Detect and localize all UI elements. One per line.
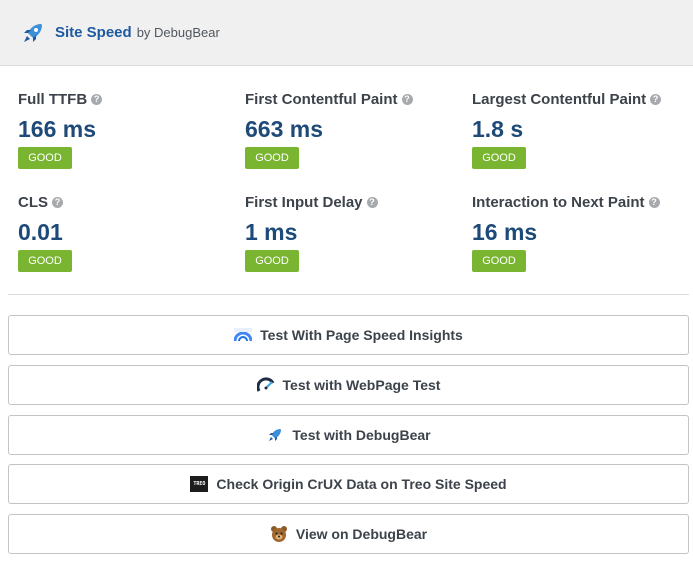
metric-label: Largest Contentful Paint xyxy=(472,90,647,108)
test-webpagetest-button[interactable]: Test with WebPage Test xyxy=(8,364,689,405)
question-icon[interactable]: ? xyxy=(401,93,413,105)
question-icon[interactable]: ? xyxy=(91,93,103,105)
metric-label: Interaction to Next Paint xyxy=(472,193,645,211)
button-label: Test With Page Speed Insights xyxy=(260,327,463,343)
metric-value: 0.01 xyxy=(18,219,63,245)
widget-byline: by DebugBear xyxy=(136,25,220,40)
status-badge: GOOD xyxy=(472,147,526,169)
metric-label: First Contentful Paint xyxy=(245,90,398,108)
treo-logo-text: TREO xyxy=(190,476,209,493)
button-label: Check Origin CrUX Data on Treo Site Spee… xyxy=(216,476,507,493)
metric-label: Full TTFB xyxy=(18,90,88,108)
rocket-icon xyxy=(19,19,47,47)
question-icon[interactable]: ? xyxy=(650,93,662,105)
metric-label-row: Full TTFB ? xyxy=(18,90,245,108)
button-label: Test with WebPage Test xyxy=(282,376,441,393)
divider xyxy=(8,294,689,295)
test-pagespeed-insights-button[interactable]: Test With Page Speed Insights xyxy=(8,315,689,355)
metric-fid: First Input Delay ? 1 ms GOOD xyxy=(245,193,472,276)
button-label: Test with DebugBear xyxy=(292,426,431,443)
pagespeed-insights-icon xyxy=(234,326,253,344)
question-icon[interactable]: ? xyxy=(52,196,63,208)
metrics-grid: Full TTFB ? 166 ms GOOD First Contentful… xyxy=(0,66,693,276)
check-crux-treo-button[interactable]: TREO Check Origin CrUX Data on Treo Site… xyxy=(8,464,689,505)
metric-value: 166 ms xyxy=(18,116,97,142)
metric-value: 663 ms xyxy=(245,116,324,142)
status-badge: GOOD xyxy=(472,250,526,272)
widget-header: Site Speed by DebugBear xyxy=(0,0,693,66)
metric-label: First Input Delay xyxy=(245,193,363,211)
metric-full-ttfb: Full TTFB ? 166 ms GOOD xyxy=(18,90,245,173)
bear-icon xyxy=(270,525,288,543)
metric-label-row: First Contentful Paint ? xyxy=(245,90,472,108)
metric-fcp: First Contentful Paint ? 663 ms GOOD xyxy=(245,90,472,173)
metric-label-row: First Input Delay ? xyxy=(245,193,472,211)
metric-value: 1 ms xyxy=(245,219,298,245)
site-speed-widget: Site Speed by DebugBear Full TTFB ? 166 … xyxy=(0,0,693,564)
metric-lcp: Largest Contentful Paint ? 1.8 s GOOD xyxy=(472,90,693,173)
status-badge: GOOD xyxy=(18,250,72,272)
action-buttons: Test With Page Speed Insights Test with … xyxy=(8,315,689,564)
test-debugbear-button[interactable]: Test with DebugBear xyxy=(8,414,689,455)
question-icon[interactable]: ? xyxy=(648,196,660,208)
metric-value: 16 ms xyxy=(472,219,538,245)
debugbear-rocket-icon xyxy=(266,426,284,444)
metric-inp: Interaction to Next Paint ? 16 ms GOOD xyxy=(472,193,693,276)
status-badge: GOOD xyxy=(245,147,299,169)
metric-cls: CLS ? 0.01 GOOD xyxy=(18,193,245,276)
view-on-debugbear-button[interactable]: View on DebugBear xyxy=(8,514,689,554)
question-icon[interactable]: ? xyxy=(366,196,378,208)
metric-label-row: Interaction to Next Paint ? xyxy=(472,193,693,211)
button-label: View on DebugBear xyxy=(295,526,428,542)
metric-label-row: CLS ? xyxy=(18,193,245,211)
metric-label: CLS xyxy=(18,193,48,211)
treo-icon: TREO xyxy=(190,475,209,493)
status-badge: GOOD xyxy=(18,147,72,169)
metric-label-row: Largest Contentful Paint ? xyxy=(472,90,693,108)
metric-value: 1.8 s xyxy=(472,116,524,142)
webpagetest-icon xyxy=(256,376,275,394)
widget-title: Site Speed xyxy=(55,24,132,41)
status-badge: GOOD xyxy=(245,250,299,272)
